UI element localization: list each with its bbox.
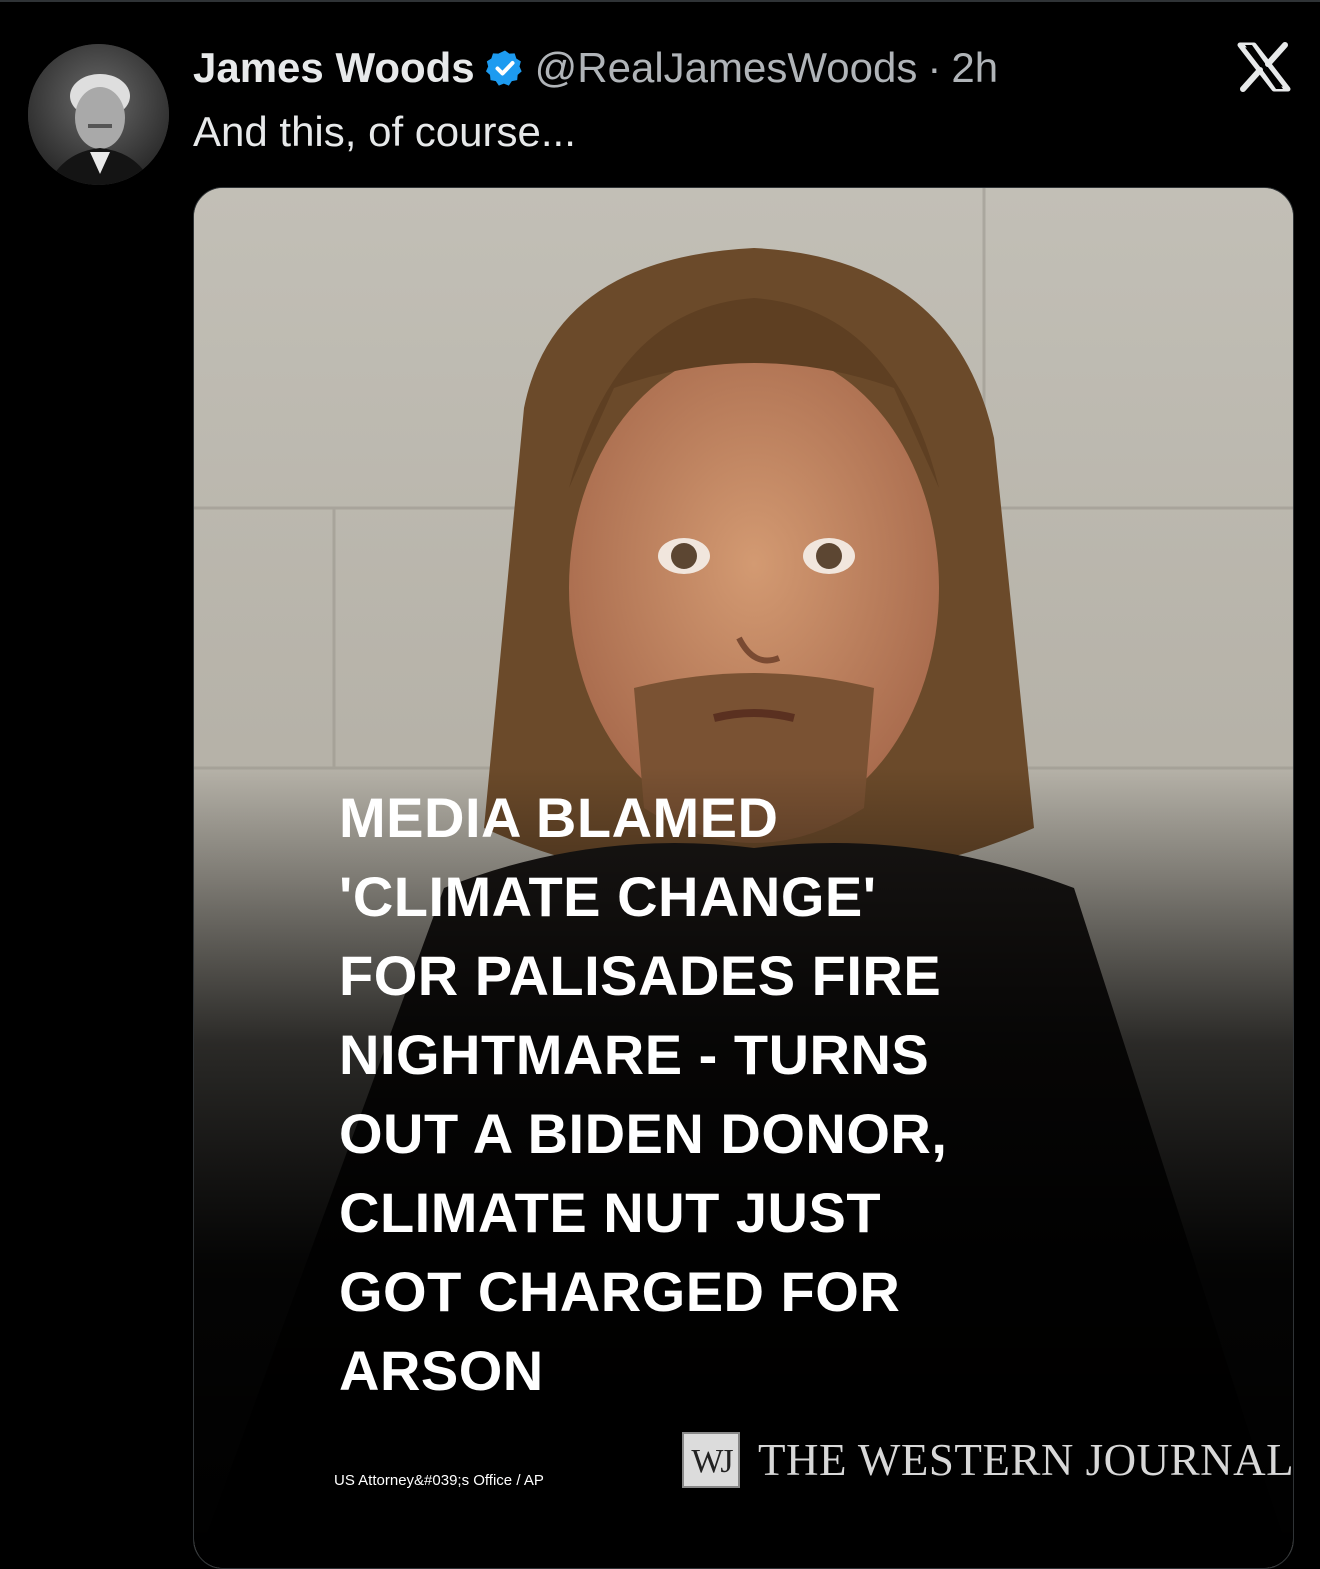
headline-line: MEDIA BLAMED xyxy=(339,786,779,849)
author-handle[interactable]: @RealJamesWoods xyxy=(535,40,918,96)
photo-credit: US Attorney&#039;s Office / AP xyxy=(334,1472,544,1489)
tweet-header: James Woods @RealJamesWoods · 2h xyxy=(193,40,998,96)
headline-line: OUT A BIDEN DONOR, xyxy=(339,1102,948,1165)
publisher-logo: WJ xyxy=(682,1432,740,1488)
tweet-media[interactable]: MEDIA BLAMED 'CLIMATE CHANGE' FOR PALISA… xyxy=(193,187,1294,1569)
headline-line: 'CLIMATE CHANGE' xyxy=(339,865,877,928)
headline-line: ARSON xyxy=(339,1339,544,1402)
headline-line: CLIMATE NUT JUST xyxy=(339,1181,882,1244)
header-separator: · xyxy=(927,44,942,91)
author-name[interactable]: James Woods xyxy=(193,40,475,96)
avatar-image xyxy=(28,44,169,185)
tweet-text: And this, of course... xyxy=(193,108,576,155)
x-logo-icon xyxy=(1237,42,1291,92)
headline-line: FOR PALISADES FIRE xyxy=(339,944,942,1007)
avatar[interactable] xyxy=(28,44,169,185)
publisher-name: THE WESTERN JOURNAL xyxy=(758,1435,1294,1485)
publisher-brand: WJ THE WESTERN JOURNAL xyxy=(682,1432,1294,1488)
headline-line: GOT CHARGED FOR xyxy=(339,1260,901,1323)
headline-line: NIGHTMARE - TURNS xyxy=(339,1023,930,1086)
headline: MEDIA BLAMED 'CLIMATE CHANGE' FOR PALISA… xyxy=(339,778,1239,1410)
post-time[interactable]: 2h xyxy=(951,40,998,96)
top-divider xyxy=(0,0,1320,2)
verified-badge-icon xyxy=(485,50,522,86)
